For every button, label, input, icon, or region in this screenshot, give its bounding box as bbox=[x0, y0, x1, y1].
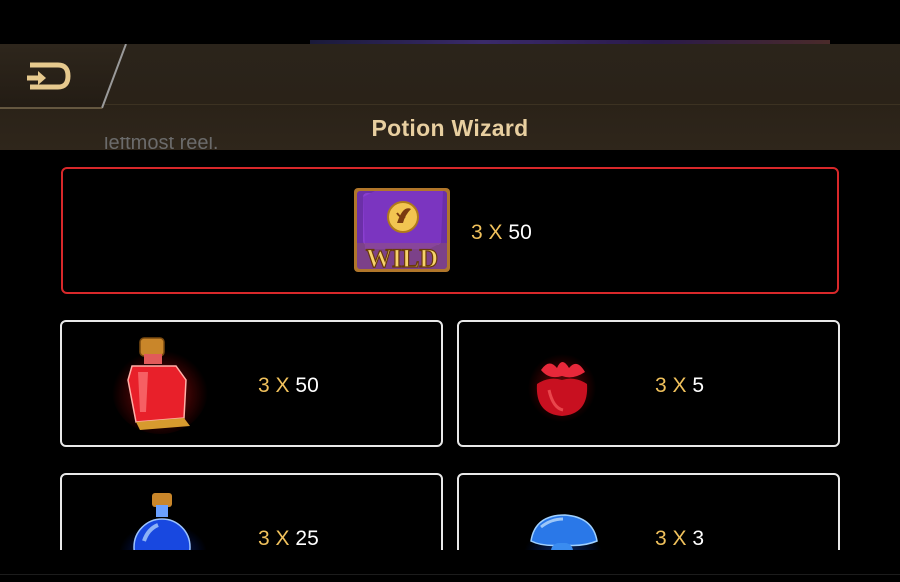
paytable-card-blue-mushroom: 3 X 3 bbox=[457, 473, 840, 550]
paytable-card-blue-potion: 3 X 25 bbox=[60, 473, 443, 550]
red-potion-bottle-icon bbox=[112, 337, 208, 434]
paytable-card-red-potion: 3 X 50 bbox=[60, 320, 443, 447]
svg-text:WILD: WILD bbox=[366, 244, 438, 273]
paytable-card-payout: 3 X 3 bbox=[655, 527, 705, 550]
bottom-bar bbox=[0, 550, 900, 582]
wild-payout: 3 X 50 bbox=[471, 221, 532, 244]
wild-book-icon: WILD bbox=[354, 188, 450, 273]
page-title: Potion Wizard bbox=[371, 115, 529, 141]
paytable-content: WILD 3 X 50 3 X 50 3 X 5 3 X 25 3 X 3 bbox=[0, 150, 900, 550]
paytable-card-payout: 3 X 50 bbox=[258, 374, 319, 397]
back-arrow-icon bbox=[0, 44, 127, 109]
blue-mushroom-icon bbox=[523, 514, 603, 550]
header-divider bbox=[0, 104, 900, 105]
wild-paytable-card: WILD 3 X 50 bbox=[61, 167, 839, 294]
blue-potion-flask-icon bbox=[119, 493, 207, 550]
top-strip bbox=[0, 0, 900, 44]
paytable-card-payout: 3 X 5 bbox=[655, 374, 705, 397]
red-flower-bud-icon bbox=[528, 354, 596, 422]
paytable-card-red-flower: 3 X 5 bbox=[457, 320, 840, 447]
back-button[interactable] bbox=[0, 44, 128, 110]
bottom-divider bbox=[0, 574, 900, 575]
paytable-card-payout: 3 X 25 bbox=[258, 527, 319, 550]
